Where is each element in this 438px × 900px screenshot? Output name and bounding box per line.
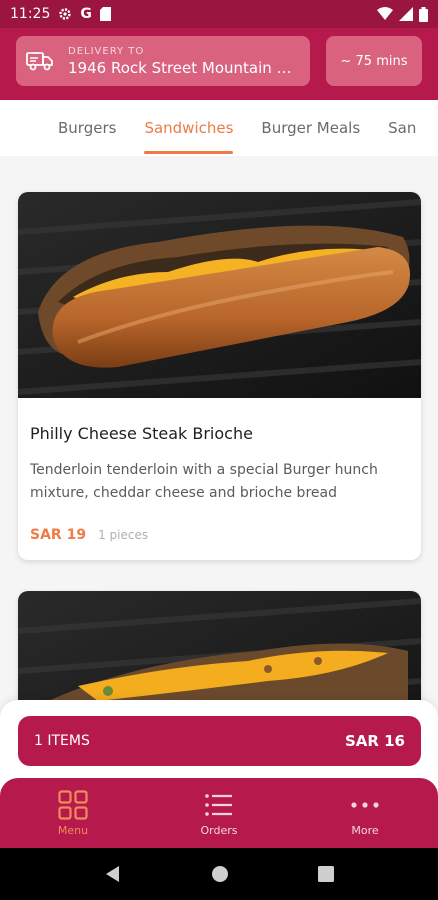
nav-more[interactable]: More — [292, 778, 438, 848]
eta-text: ~ 75 mins — [340, 53, 408, 69]
delivery-truck-icon — [26, 52, 53, 71]
nav-more-label: More — [351, 823, 379, 837]
view-cart-button[interactable]: 1 ITEMS SAR 16 — [18, 716, 421, 766]
tab-burgers[interactable]: Burgers — [58, 100, 116, 156]
delivery-label: DELIVERY TO — [68, 45, 145, 57]
cart-total: SAR 16 — [344, 732, 405, 750]
tab-more-categories[interactable]: San — [388, 100, 416, 156]
product-title: Philly Cheese Steak Brioche — [30, 424, 253, 443]
status-bar: 11:25 G — [0, 0, 438, 28]
nav-orders-label: Orders — [200, 823, 238, 837]
list-icon — [205, 793, 232, 816]
cart-item-count: 1 ITEMS — [34, 733, 90, 749]
app-header: DELIVERY TO 1946 Rock Street Mountain Vi… — [0, 28, 438, 100]
product-card[interactable]: Philly Cheese Steak Brioche Tenderloin t… — [18, 192, 421, 560]
category-tabs: Burgers Sandwiches Burger Meals San — [0, 100, 438, 156]
sd-card-icon — [99, 7, 111, 21]
status-time: 11:25 — [10, 6, 51, 22]
nav-menu[interactable]: Menu — [0, 778, 146, 848]
google-icon: G — [80, 6, 92, 22]
back-icon[interactable] — [104, 865, 122, 883]
recents-icon[interactable] — [317, 866, 334, 882]
delivery-address: 1946 Rock Street Mountain View — [68, 58, 296, 77]
delivery-address-selector[interactable]: DELIVERY TO 1946 Rock Street Mountain Vi… — [16, 36, 310, 86]
settings-icon — [59, 8, 72, 20]
grid-icon — [58, 789, 88, 820]
product-description: Tenderloin tenderloin with a special Bur… — [30, 462, 378, 501]
delivery-eta[interactable]: ~ 75 mins — [326, 36, 422, 86]
signal-icon — [399, 7, 413, 21]
tab-burger-meals[interactable]: Burger Meals — [261, 100, 360, 156]
home-icon[interactable] — [211, 865, 229, 883]
nav-orders[interactable]: Orders — [146, 778, 292, 848]
tab-sandwiches[interactable]: Sandwiches — [144, 100, 233, 156]
battery-icon — [419, 6, 428, 22]
product-pieces: 1 pieces — [98, 528, 149, 542]
more-dots-icon — [351, 801, 379, 808]
wifi-icon — [377, 7, 393, 20]
bottom-navigation: Menu Orders More — [0, 778, 438, 848]
nav-menu-label: Menu — [57, 823, 89, 837]
product-image — [18, 192, 421, 398]
system-navigation-bar — [0, 848, 438, 900]
product-price: SAR 19 — [30, 527, 87, 543]
